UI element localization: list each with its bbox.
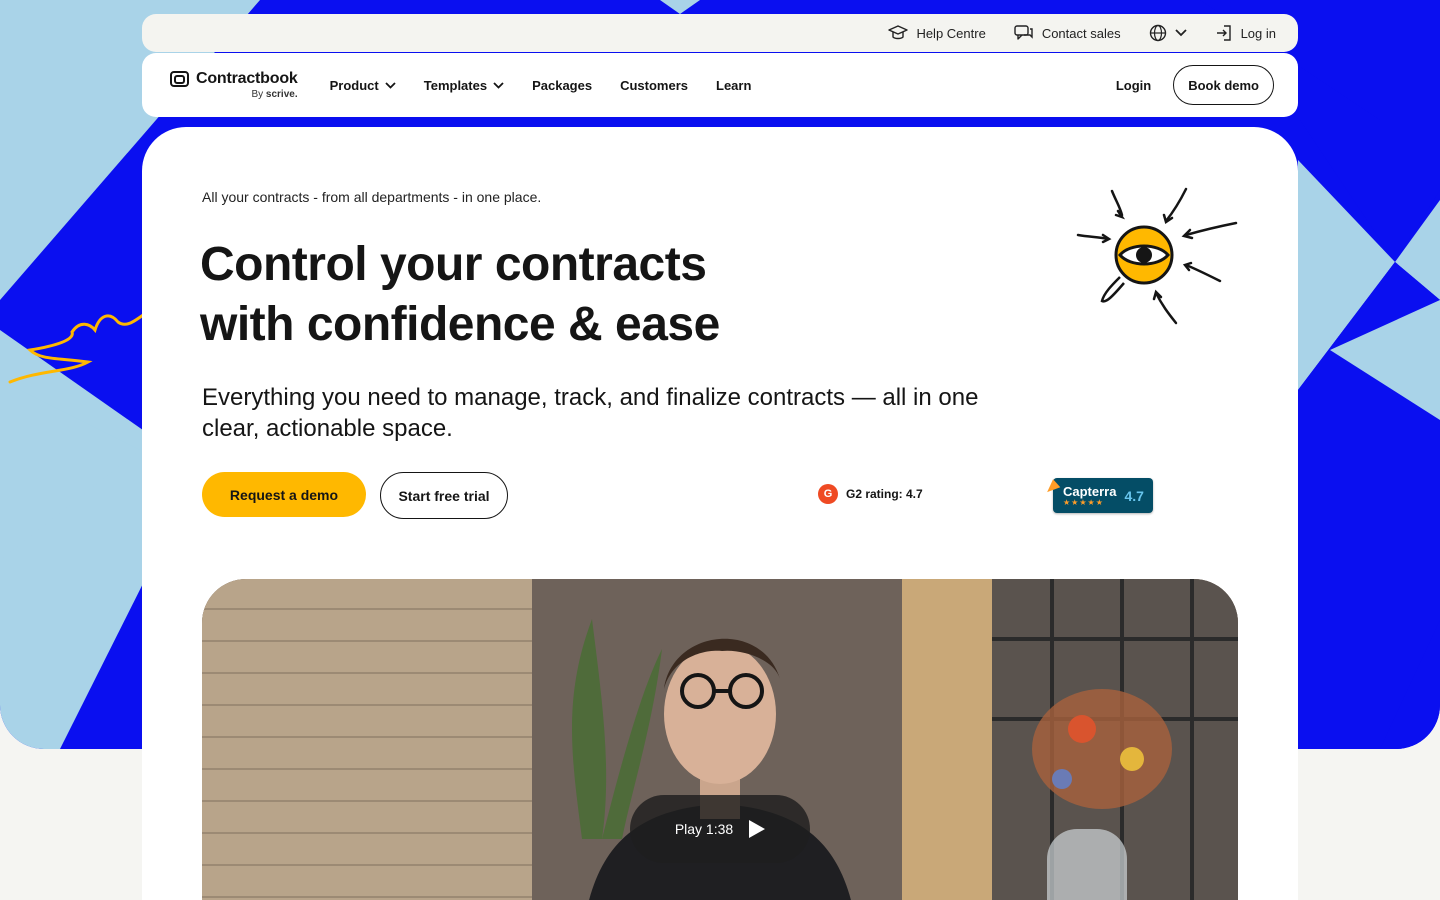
log-in-label: Log in — [1240, 25, 1276, 41]
nav-packages-label: Packages — [532, 77, 593, 93]
contact-sales-label: Contact sales — [1041, 25, 1121, 41]
chevron-down-icon — [493, 81, 504, 89]
play-label: Play 1:38 — [674, 821, 734, 837]
logo-text: Contractbook — [196, 70, 298, 87]
nav-customers[interactable]: Customers — [620, 78, 688, 93]
capterra-name: Capterra — [1063, 483, 1117, 499]
utility-bar: Help Centre Contact sales Log in — [142, 14, 1298, 52]
log-in-link[interactable]: Log in — [1215, 24, 1276, 42]
capterra-badge: Capterra ★★★★★ 4.7 — [1043, 477, 1153, 513]
hero-eyebrow: All your contracts - from all department… — [202, 189, 542, 205]
main-navigation: Contractbook By scrive. Product Template… — [142, 53, 1298, 117]
nav-product-label: Product — [329, 77, 379, 93]
g2-rating: G G2 rating: 4.7 — [818, 484, 923, 504]
contact-sales-link[interactable]: Contact sales — [1014, 24, 1121, 42]
product-video[interactable]: Play 1:38 — [202, 579, 1238, 900]
g2-logo-icon: G — [818, 484, 838, 504]
hero-section: All your contracts - from all department… — [142, 127, 1298, 900]
nav-learn[interactable]: Learn — [716, 78, 751, 93]
language-selector[interactable] — [1149, 24, 1187, 42]
headline-line-1: Control your contracts — [200, 238, 707, 291]
nav-learn-label: Learn — [716, 77, 752, 93]
headline-line-2: with confidence & ease — [200, 298, 720, 351]
logo-by: By — [251, 89, 264, 100]
chevron-down-icon — [385, 81, 396, 89]
start-free-trial-button[interactable]: Start free trial — [380, 472, 508, 519]
logo-brand: scrive. — [265, 89, 298, 100]
nav-product[interactable]: Product — [330, 78, 396, 93]
chevron-down-icon — [1174, 29, 1187, 37]
capterra-stars: ★★★★★ — [1063, 497, 1104, 507]
graduation-cap-icon — [888, 25, 909, 40]
nav-customers-label: Customers — [620, 77, 688, 93]
help-centre-link[interactable]: Help Centre — [888, 24, 986, 42]
hero-headline: Control your contracts with confidence &… — [200, 235, 820, 355]
request-demo-button[interactable]: Request a demo — [202, 472, 366, 517]
squiggle-decoration — [8, 308, 150, 384]
capterra-score: 4.7 — [1124, 487, 1144, 504]
eye-illustration — [1076, 187, 1238, 325]
nav-packages[interactable]: Packages — [532, 78, 592, 93]
login-arrow-icon — [1216, 25, 1231, 41]
hero-subheadline: Everything you need to manage, track, an… — [202, 384, 979, 442]
g2-rating-text: G2 rating: 4.7 — [846, 487, 923, 501]
contractbook-logo[interactable]: Contractbook By scrive. — [170, 70, 298, 100]
nav-templates[interactable]: Templates — [424, 78, 504, 93]
play-icon — [749, 820, 766, 838]
contractbook-logo-icon — [170, 71, 189, 87]
play-button[interactable]: Play 1:38 — [630, 795, 810, 863]
globe-icon — [1149, 24, 1166, 42]
book-demo-button[interactable]: Book demo — [1173, 65, 1274, 105]
capterra-logo-icon — [1043, 477, 1061, 493]
login-link[interactable]: Login — [1116, 78, 1151, 93]
nav-templates-label: Templates — [423, 77, 488, 93]
help-centre-label: Help Centre — [916, 25, 986, 41]
chat-bubbles-icon — [1014, 25, 1033, 40]
